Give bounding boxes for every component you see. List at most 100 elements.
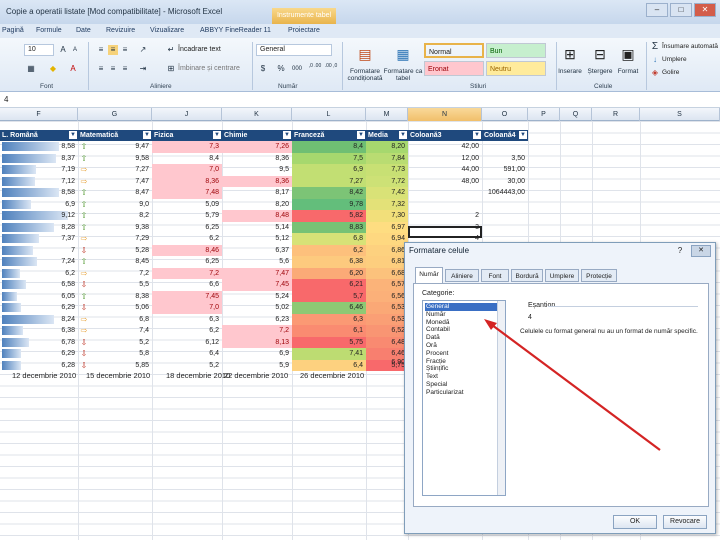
thousands-button[interactable]: 000 <box>290 64 304 74</box>
number-format-select[interactable]: General <box>256 44 332 56</box>
increase-decimal-button[interactable]: ,0 .00 <box>308 64 322 74</box>
category-list[interactable]: General Număr Monedă Contabil Dată Oră Procent… <box>422 300 506 496</box>
column-header-j[interactable]: J <box>152 108 222 121</box>
cell-chimie[interactable]: 5,24 <box>222 291 292 303</box>
formula-bar[interactable]: 4 <box>0 92 720 108</box>
percent-button[interactable]: % <box>276 64 286 74</box>
cell-franceza[interactable]: 7,5 <box>292 152 366 164</box>
cell-fizica[interactable]: 6,12 <box>152 337 222 349</box>
fill-color-icon[interactable]: ◆ <box>48 64 58 74</box>
cell-franceza[interactable]: 8,42 <box>292 187 366 199</box>
dialog-tab-protection[interactable]: Protecție <box>581 269 617 282</box>
table-header-chimie[interactable]: Chimie ▼ <box>222 130 292 141</box>
cell-franceza[interactable]: 5,82 <box>292 210 366 222</box>
cell-fizica[interactable]: 6,4 <box>152 348 222 360</box>
cell-romana[interactable]: 7 <box>0 245 78 257</box>
cell-chimie[interactable]: 7,26 <box>222 141 292 153</box>
cell-fizica[interactable]: 6,25 <box>152 222 222 234</box>
cell-fizica[interactable]: 6,6 <box>152 279 222 291</box>
cell-chimie[interactable]: 8,48 <box>222 210 292 222</box>
cell-fizica[interactable]: 6,2 <box>152 325 222 337</box>
format-button[interactable]: Format <box>612 68 644 75</box>
cell-matematica[interactable]: 7,2 <box>78 268 152 280</box>
column-header-g[interactable]: G <box>78 108 152 121</box>
cell-media[interactable]: 6,86 <box>366 244 408 256</box>
cell-matematica[interactable]: 5,8 <box>78 348 152 360</box>
category-item[interactable]: General <box>425 303 497 311</box>
tab-review[interactable]: Revizuire <box>106 27 135 34</box>
category-item[interactable]: Procent <box>425 350 497 358</box>
cell-franceza[interactable]: 6,8 <box>292 233 366 245</box>
cell-romana[interactable]: 7,37 <box>0 233 78 245</box>
table-header-franceza[interactable]: Franceză ▼ <box>292 130 366 141</box>
cell-franceza[interactable]: 5,75 <box>292 336 366 348</box>
cell-media[interactable]: 8,20 <box>366 141 408 153</box>
cell-coloana4[interactable] <box>482 199 528 211</box>
cell-coloana3[interactable]: 48,00 <box>408 176 482 188</box>
autosum-button[interactable]: Însumare automată <box>662 43 718 50</box>
cell-chimie[interactable]: 8,20 <box>222 199 292 211</box>
cell-chimie[interactable]: 5,12 <box>222 233 292 245</box>
cell-romana[interactable]: 7,12 <box>0 176 78 188</box>
cell-fizica[interactable]: 5,09 <box>152 199 222 211</box>
filter-dropdown-icon[interactable]: ▼ <box>357 131 365 139</box>
cell-chimie[interactable]: 8,36 <box>222 153 292 165</box>
category-item[interactable]: Științific <box>425 365 497 373</box>
cell-media[interactable]: 6,97 <box>366 221 408 233</box>
filter-dropdown-icon[interactable]: ▼ <box>213 131 221 139</box>
category-item[interactable]: Special <box>425 381 497 389</box>
wrap-text-icon[interactable]: ↵ <box>166 45 176 55</box>
conditional-format-icon[interactable]: ▤ <box>350 42 380 66</box>
cell-media[interactable]: 6,56 <box>366 290 408 302</box>
shrink-font-icon[interactable]: A <box>70 45 80 55</box>
cell-matematica[interactable]: 8,47 <box>78 187 152 199</box>
style-neutral[interactable]: Neutru <box>486 61 546 76</box>
cell-romana[interactable]: 6,05 <box>0 291 78 303</box>
cell-chimie[interactable]: 6,23 <box>222 314 292 326</box>
tab-design[interactable]: Proiectare <box>288 27 320 34</box>
cell-chimie[interactable]: 9,5 <box>222 164 292 176</box>
decrease-decimal-button[interactable]: .00 ,0 <box>324 64 338 74</box>
cell-fizica[interactable]: 8,46 <box>152 244 222 256</box>
style-good[interactable]: Bun <box>486 43 546 58</box>
cell-matematica[interactable]: 5,85 <box>78 360 152 372</box>
tab-abbyy[interactable]: ABBYY FineReader 11 <box>200 27 271 34</box>
format-table-button[interactable]: Formatare ca tabel <box>383 68 423 82</box>
cell-romana[interactable]: 6,29 <box>0 302 78 314</box>
table-header-coloana3[interactable]: Coloană3 ▼ <box>408 130 482 141</box>
column-header-s[interactable]: S <box>640 108 720 121</box>
cell-matematica[interactable]: 8,38 <box>78 291 152 303</box>
cell-chimie[interactable]: 8,17 <box>222 187 292 199</box>
tab-page-layout[interactable]: Pagină <box>2 27 24 34</box>
cell-matematica[interactable]: 9,38 <box>78 222 152 234</box>
cell-romana[interactable]: 7,19 <box>0 164 78 176</box>
cell-media[interactable]: 6,68 <box>366 267 408 279</box>
cell-chimie[interactable]: 5,9 <box>222 360 292 372</box>
cell-coloana3[interactable]: 44,00 <box>408 164 482 176</box>
table-header-matematica[interactable]: Matematică ▼ <box>78 130 152 141</box>
filter-dropdown-icon[interactable]: ▼ <box>473 131 481 139</box>
cell-romana[interactable]: 6,2 <box>0 268 78 280</box>
cell-fizica[interactable]: 7,3 <box>152 141 222 153</box>
cell-franceza[interactable]: 6,21 <box>292 279 366 291</box>
cell-matematica[interactable]: 5,06 <box>78 302 152 314</box>
cell-chimie[interactable]: 8,36 <box>222 175 292 187</box>
cell-coloana4[interactable]: 1064443,00 <box>482 187 528 199</box>
format-table-icon[interactable]: ▦ <box>388 42 418 66</box>
cell-coloana4[interactable] <box>482 141 528 153</box>
cell-franceza[interactable]: 6,38 <box>292 256 366 268</box>
close-button[interactable]: ✕ <box>694 3 716 17</box>
align-middle-icon[interactable]: ≡ <box>108 45 118 55</box>
cell-franceza[interactable]: 8,83 <box>292 221 366 233</box>
cell-fizica[interactable]: 5,2 <box>152 360 222 372</box>
tab-view[interactable]: Vizualizare <box>150 27 184 34</box>
dialog-tab-alignment[interactable]: Aliniere <box>445 269 479 282</box>
cell-media[interactable]: 7,73 <box>366 164 408 176</box>
cell-franceza[interactable]: 6,20 <box>292 267 366 279</box>
column-header-q[interactable]: Q <box>560 108 592 121</box>
cell-romana[interactable]: 6,9 <box>0 199 78 211</box>
category-item[interactable]: Oră <box>425 342 497 350</box>
filter-dropdown-icon[interactable]: ▼ <box>399 131 407 139</box>
cell-franceza[interactable]: 5,7 <box>292 290 366 302</box>
minimize-button[interactable]: – <box>646 3 668 17</box>
